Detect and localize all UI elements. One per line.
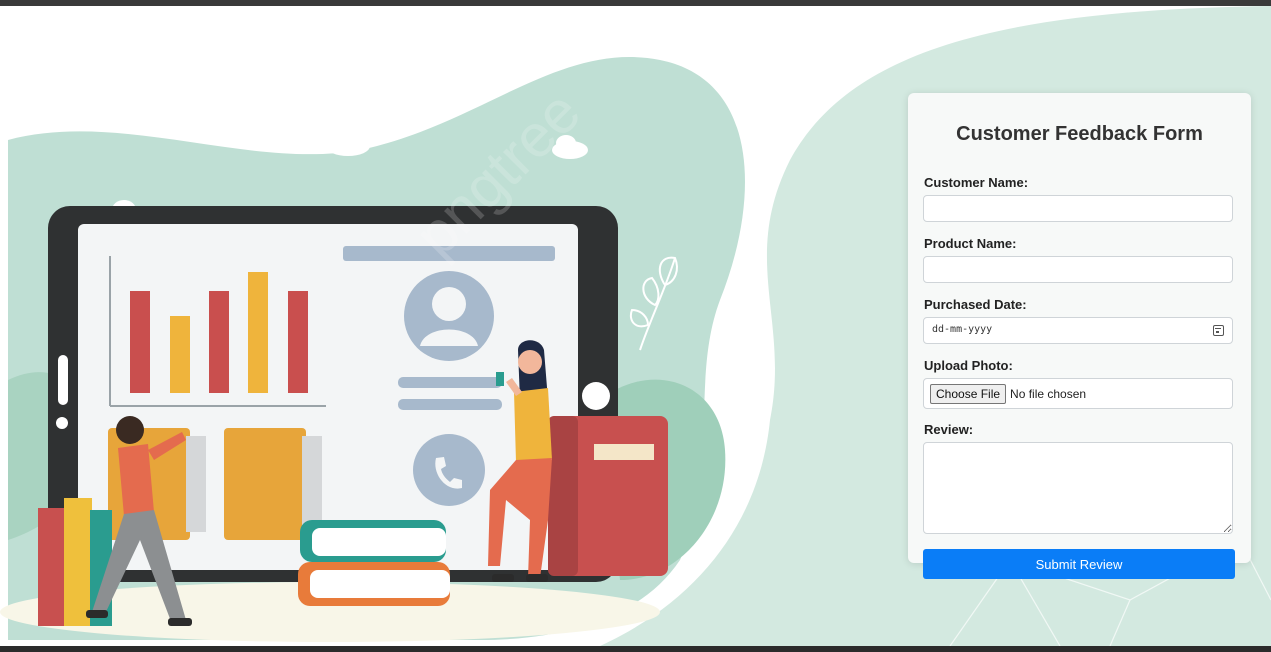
book-icon bbox=[548, 416, 668, 576]
calendar-icon[interactable] bbox=[1213, 325, 1224, 336]
bottom-border bbox=[0, 646, 1271, 652]
purchased-date-input[interactable]: dd-mm-yyyy bbox=[923, 317, 1233, 344]
product-name-input[interactable] bbox=[923, 256, 1233, 283]
submit-review-button[interactable]: Submit Review bbox=[923, 549, 1235, 579]
upload-photo-input[interactable]: Choose File No file chosen bbox=[923, 378, 1233, 409]
review-textarea[interactable] bbox=[923, 442, 1233, 534]
tablet-speaker bbox=[58, 355, 68, 405]
page: pngtree Customer Feedback Form Customer … bbox=[0, 0, 1271, 652]
tablet-camera bbox=[56, 417, 68, 429]
phone-icon bbox=[413, 434, 485, 506]
purchased-date-label: Purchased Date: bbox=[924, 297, 1027, 312]
product-name-label: Product Name: bbox=[924, 236, 1017, 251]
feedback-form-card: Customer Feedback Form Customer Name: Pr… bbox=[908, 93, 1251, 579]
book-icon bbox=[298, 520, 450, 606]
profile-line bbox=[398, 399, 502, 410]
customer-name-label: Customer Name: bbox=[924, 175, 1029, 190]
upload-photo-label: Upload Photo: bbox=[924, 358, 1013, 373]
file-status: No file chosen bbox=[1010, 386, 1087, 401]
review-label: Review: bbox=[924, 422, 974, 437]
form-title: Customer Feedback Form bbox=[956, 123, 1203, 145]
profile-line bbox=[398, 377, 502, 388]
choose-file-button[interactable]: Choose File bbox=[930, 383, 1007, 404]
profile-icon bbox=[404, 271, 494, 361]
customer-name-input[interactable] bbox=[923, 195, 1233, 222]
tablet-button bbox=[582, 382, 610, 410]
date-placeholder: dd-mm-yyyy bbox=[932, 324, 993, 335]
